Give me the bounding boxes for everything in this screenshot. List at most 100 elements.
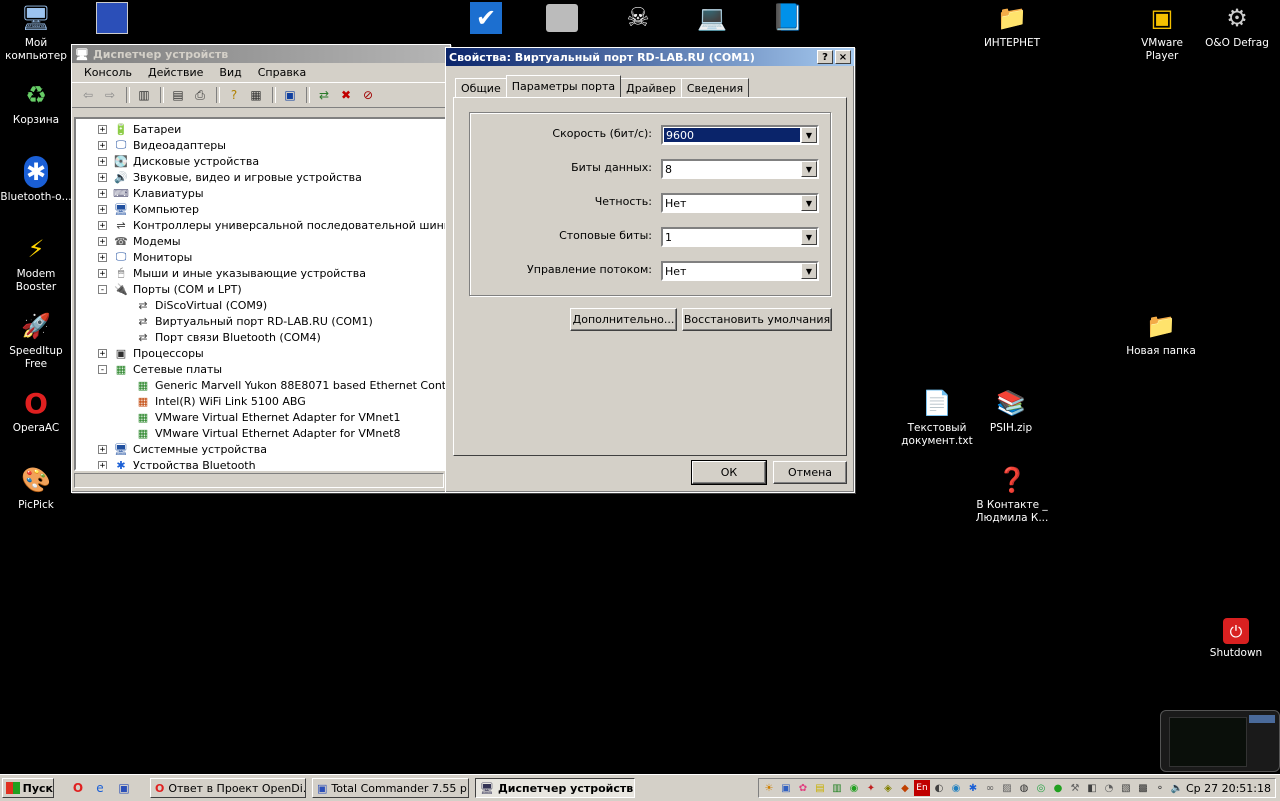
opera-quicklaunch-icon[interactable]: O [70, 780, 86, 796]
tray-icon[interactable]: ◉ [846, 780, 862, 796]
picpick-shortcut[interactable]: 🎨 PicPick [0, 464, 74, 512]
back-arrow-icon[interactable]: ⇦ [78, 86, 98, 104]
new-folder-shortcut[interactable]: 📁 Новая папка [1123, 310, 1199, 358]
tree-node[interactable]: + 🖵 Мониторы [98, 249, 192, 265]
tree-node[interactable]: + 🔊 Звуковые, видео и игровые устройства [98, 169, 362, 185]
data-bits-select[interactable]: 8 ▼ [661, 159, 819, 179]
chevron-down-icon[interactable]: ▼ [801, 229, 817, 245]
ie-quicklaunch-icon[interactable]: e [92, 780, 108, 796]
expand-icon[interactable]: + [98, 348, 107, 358]
tray-icon[interactable]: ◐ [931, 780, 947, 796]
tray-icon[interactable]: ▨ [999, 780, 1015, 796]
tree-node[interactable]: + 🖵 Видеоадаптеры [98, 137, 226, 153]
scan-hardware-icon[interactable]: ▣ [280, 86, 300, 104]
tree-node[interactable]: + ⇌ Контроллеры универсальной последовател… [98, 217, 446, 233]
expand-icon[interactable]: + [98, 204, 107, 214]
parity-select[interactable]: Нет ▼ [661, 193, 819, 213]
shutdown-shortcut[interactable]: ⏻ Shutdown [1198, 618, 1274, 660]
tray-icon[interactable]: ● [1050, 780, 1066, 796]
forward-arrow-icon[interactable]: ⇨ [100, 86, 120, 104]
tree-node[interactable]: + 🖥 Системные устройства [98, 441, 267, 457]
floppy-icon[interactable] [96, 2, 128, 34]
print-icon[interactable]: ⎙ [190, 86, 210, 104]
tray-icon[interactable]: ∞ [982, 780, 998, 796]
tray-icon[interactable]: ◈ [880, 780, 896, 796]
tray-icon[interactable]: ◉ [948, 780, 964, 796]
tray-icon[interactable]: ☀ [761, 780, 777, 796]
text-doc-shortcut[interactable]: 📄 Текстовый документ.txt [899, 387, 975, 448]
vkontakte-shortcut[interactable]: ❓ В Контакте _ Людмила К... [974, 464, 1050, 525]
tree-node[interactable]: ⇄ Порт связи Bluetooth (COM4) [120, 329, 320, 345]
expand-icon[interactable]: + [98, 140, 107, 150]
tree-node[interactable]: + 🔋 Батареи [98, 121, 181, 137]
show-hide-tree-icon[interactable]: ▥ [134, 86, 154, 104]
tree-node[interactable]: + ✱ Устройства Bluetooth [98, 457, 256, 469]
start-button[interactable]: Пуск [2, 778, 54, 798]
tray-icon[interactable]: ▩ [1135, 780, 1151, 796]
book-app-icon[interactable]: 📘 [772, 2, 804, 34]
tree-node[interactable]: + 🖱 Мыши и иные указывающие устройства [98, 265, 366, 281]
tray-icon[interactable]: ◍ [1016, 780, 1032, 796]
uninstall-device-icon[interactable]: ⊘ [358, 86, 378, 104]
chevron-down-icon[interactable]: ▼ [801, 127, 817, 143]
tray-icon[interactable]: ◎ [1033, 780, 1049, 796]
tree-node[interactable]: + 🖥 Компьютер [98, 201, 199, 217]
skull-app-icon[interactable]: ☠ [622, 2, 654, 34]
expand-icon[interactable]: + [98, 252, 107, 262]
language-indicator-icon[interactable]: En [914, 780, 930, 796]
tree-node[interactable]: - 🔌 Порты (COM и LPT) [98, 281, 242, 297]
tray-icon[interactable]: ⚬ [1152, 780, 1168, 796]
tree-node[interactable]: ▦ VMware Virtual Ethernet Adapter for VMn… [120, 409, 401, 425]
internet-shortcut[interactable]: 📁 ИНТЕРНЕТ [974, 2, 1050, 50]
task-opera[interactable]: O Ответ в Проект OpenDi... [150, 778, 306, 798]
tree-node[interactable]: - ▦ Сетевые платы [98, 361, 222, 377]
collapse-icon[interactable]: - [98, 364, 107, 374]
expand-icon[interactable]: + [98, 220, 107, 230]
help-icon[interactable]: ? [224, 86, 244, 104]
volume-icon[interactable]: 🔈 [1169, 780, 1185, 796]
speeditup-shortcut[interactable]: 🚀 SpeedItup Free [0, 310, 74, 371]
tray-icon[interactable]: ▣ [778, 780, 794, 796]
tree-node[interactable]: + ⌨ Клавиатуры [98, 185, 204, 201]
tree-node[interactable]: ⇄ Виртуальный порт RD-LAB.RU (COM1) [120, 313, 372, 329]
close-button[interactable]: × [835, 50, 851, 64]
restore-defaults-button[interactable]: Восстановить умолчания [682, 308, 832, 331]
device-tree[interactable]: + 🔋 Батареи + 🖵 Видеоадаптеры + 💽 Дисковые устро… [74, 117, 448, 471]
expand-icon[interactable]: + [98, 460, 107, 469]
tree-node[interactable]: ▦ Intel(R) WiFi Link 5100 ABG [120, 393, 306, 409]
menu-view[interactable]: Вид [211, 66, 249, 79]
menu-help[interactable]: Справка [250, 66, 314, 79]
laptop-app-icon[interactable]: 💻 [696, 2, 728, 34]
cancel-button[interactable]: Отмена [773, 461, 847, 484]
view-icon[interactable]: ▦ [246, 86, 266, 104]
task-total-commander[interactable]: ▣ Total Commander 7.55 p... [312, 778, 469, 798]
expand-icon[interactable]: + [98, 156, 107, 166]
tree-node[interactable]: ▦ Generic Marvell Yukon 88E8071 based Eth… [120, 377, 446, 393]
tab-driver[interactable]: Драйвер [620, 78, 682, 98]
tray-icon[interactable]: ◧ [1084, 780, 1100, 796]
task-device-manager[interactable]: 🖥 Диспетчер устройств [475, 778, 635, 798]
zip-shortcut[interactable]: 📚 PSIH.zip [973, 387, 1049, 435]
tree-node[interactable]: + ▣ Процессоры [98, 345, 204, 361]
my-computer-shortcut[interactable]: 🖥 Мой компьютер [0, 2, 74, 63]
tray-icon[interactable]: ⚒ [1067, 780, 1083, 796]
tray-icon[interactable]: ◔ [1101, 780, 1117, 796]
tree-node[interactable]: ▦ VMware Virtual Ethernet Adapter for VMn… [120, 425, 401, 441]
properties-titlebar[interactable]: Свойства: Виртуальный порт RD-LAB.RU (CO… [446, 48, 854, 66]
chevron-down-icon[interactable]: ▼ [801, 161, 817, 177]
tray-icon[interactable]: ◆ [897, 780, 913, 796]
recycle-bin-shortcut[interactable]: ♻ Корзина [0, 79, 74, 127]
tree-node[interactable]: + ☎ Модемы [98, 233, 181, 249]
floppy-quicklaunch-icon[interactable]: ▣ [116, 780, 132, 796]
expand-icon[interactable]: + [98, 172, 107, 182]
flow-control-select[interactable]: Нет ▼ [661, 261, 819, 281]
opera-shortcut[interactable]: O OperaAC [0, 387, 74, 435]
system-monitor-gadget[interactable] [1160, 710, 1280, 772]
speed-select[interactable]: 9600 ▼ [661, 125, 819, 145]
expand-icon[interactable]: + [98, 268, 107, 278]
tab-port-settings[interactable]: Параметры порта [505, 75, 622, 97]
tray-icon[interactable]: ✦ [863, 780, 879, 796]
bluetooth-shortcut[interactable]: ✱ Bluetooth-о... [0, 156, 74, 204]
stop-bits-select[interactable]: 1 ▼ [661, 227, 819, 247]
collapse-icon[interactable]: - [98, 284, 107, 294]
